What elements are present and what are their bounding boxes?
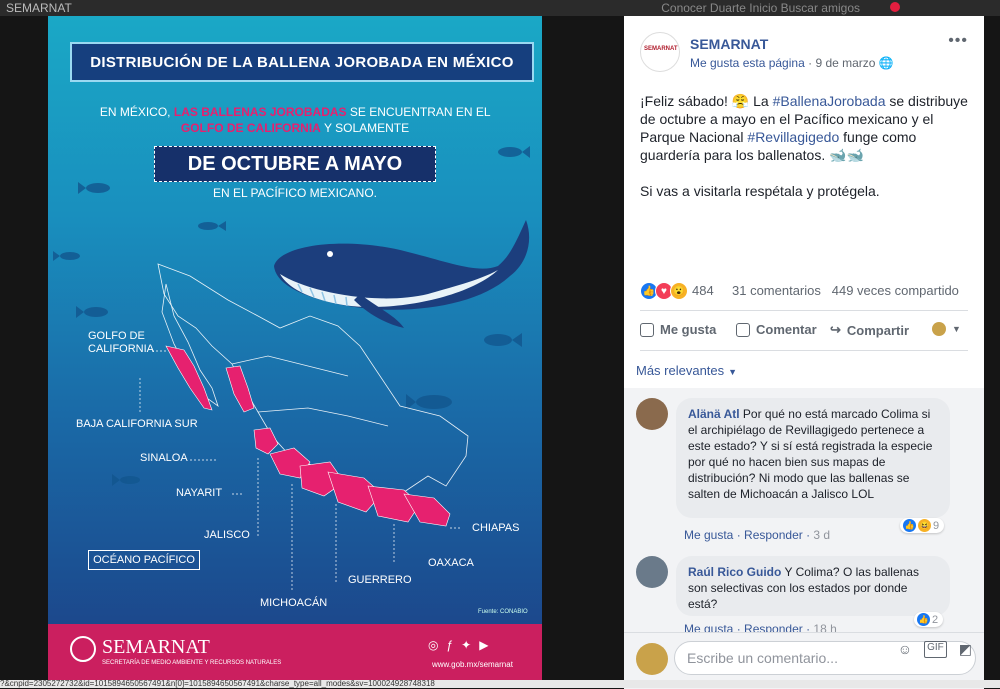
whale-illustration bbox=[274, 220, 530, 328]
divider bbox=[640, 310, 968, 311]
comments-list: Alänä Atl Por qué no está marcado Colima… bbox=[624, 388, 984, 640]
commenter-avatar[interactable] bbox=[636, 556, 668, 588]
page-avatar[interactable]: SEMARNAT bbox=[640, 32, 680, 72]
comment-text: Por qué no está marcado Colima si el arc… bbox=[688, 407, 933, 501]
fish-icon bbox=[53, 146, 530, 486]
audience-selector[interactable]: ▼ bbox=[932, 322, 961, 336]
gif-icon[interactable]: GIF bbox=[924, 641, 947, 658]
comment-reply-link[interactable]: Responder bbox=[744, 528, 803, 542]
sticker-icon[interactable]: ◩ bbox=[959, 641, 972, 658]
label-sinaloa: SINALOA bbox=[140, 452, 188, 464]
facebook-icon: ƒ bbox=[446, 638, 454, 652]
globe-icon: 🌐 bbox=[878, 56, 894, 70]
reaction-icons[interactable]: 👍 ♥ 😮 bbox=[640, 282, 688, 300]
status-url-bar: ?&cnpid=2305272732&id=1015894650567491&n… bbox=[0, 680, 1000, 688]
label-michoacan: MICHOACÁN bbox=[260, 597, 328, 609]
top-strip-right[interactable]: Conocer Duarte Inicio Buscar amigos bbox=[661, 1, 860, 15]
user-avatar[interactable] bbox=[636, 643, 668, 675]
footer-site: www.gob.mx/semarnat bbox=[432, 660, 513, 669]
twitter-icon: ✦ bbox=[461, 638, 472, 652]
commenter-avatar[interactable] bbox=[636, 398, 668, 430]
comment-icon bbox=[736, 322, 750, 337]
label-guerrero: GUERRERO bbox=[348, 574, 412, 586]
hashtag-link[interactable]: #BallenaJorobada bbox=[773, 93, 886, 109]
hashtag-link[interactable]: #Revillagigedo bbox=[747, 129, 839, 145]
label-jalisco: JALISCO bbox=[204, 529, 250, 541]
poster-illustration bbox=[53, 146, 530, 590]
reactions-bar: 👍 ♥ 😮 484 31 comentarios 449 veces compa… bbox=[640, 282, 970, 302]
chevron-down-icon: ▼ bbox=[952, 324, 961, 334]
like-button[interactable]: Me gusta bbox=[640, 322, 716, 337]
post-panel: SEMARNAT SEMARNAT Me gusta esta página ·… bbox=[624, 16, 984, 689]
comment-button[interactable]: Comentar bbox=[736, 322, 817, 337]
browser-top-strip: SEMARNAT Conocer Duarte Inicio Buscar am… bbox=[0, 0, 1000, 16]
post-body: ¡Feliz sábado! 😤 La #BallenaJorobada se … bbox=[640, 93, 968, 199]
post-date[interactable]: 9 de marzo bbox=[815, 56, 875, 70]
page-like-link[interactable]: Me gusta esta página bbox=[690, 56, 805, 70]
comment-bubble: Raúl Rico Guido Y Colima? O las ballenas… bbox=[676, 556, 950, 616]
comments-count[interactable]: 31 comentarios bbox=[732, 283, 821, 298]
more-options-icon[interactable]: ••• bbox=[948, 32, 968, 50]
comment-sort[interactable]: Más relevantes ▼ bbox=[636, 363, 737, 378]
share-button[interactable]: ↪ Compartir bbox=[830, 322, 909, 338]
comment-bubble: Alänä Atl Por qué no está marcado Colima… bbox=[676, 398, 950, 518]
youtube-icon: ▶ bbox=[479, 638, 489, 652]
emoji-icon[interactable]: ☺ bbox=[898, 641, 912, 658]
comment-time[interactable]: 3 d bbox=[813, 528, 830, 542]
comment-like-link[interactable]: Me gusta bbox=[684, 528, 733, 542]
notification-badge bbox=[890, 2, 900, 12]
label-golfo: GOLFO DE CALIFORNIA bbox=[88, 330, 155, 355]
footer-tagline: SECRETARÍA DE MEDIO AMBIENTE Y RECURSOS … bbox=[102, 660, 282, 666]
post-meta: Me gusta esta página · 9 de marzo 🌐 bbox=[690, 56, 894, 70]
poster-footer: SEMARNAT SECRETARÍA DE MEDIO AMBIENTE Y … bbox=[48, 624, 542, 680]
poster-source: Fuente: CONABIO bbox=[478, 609, 528, 615]
comment-reactions[interactable]: 👍 😆 9 bbox=[900, 518, 945, 533]
caret-down-icon: ▼ bbox=[728, 367, 738, 377]
social-icons: ◎ ƒ ✦ ▶ bbox=[428, 638, 488, 652]
label-nayarit: NAYARIT bbox=[176, 487, 223, 499]
post-actions: Me gusta Comentar ↪ Compartir ▼ bbox=[640, 318, 968, 342]
composer-icons: ☺ GIF ◩ bbox=[898, 641, 972, 658]
page-name-link[interactable]: SEMARNAT bbox=[690, 36, 768, 52]
label-chiapas: CHIAPAS bbox=[472, 522, 520, 534]
divider bbox=[640, 350, 968, 351]
label-bcs: BAJA CALIFORNIA SUR bbox=[76, 418, 198, 430]
post-body-p2: Si vas a visitarla respétala y protégela… bbox=[640, 183, 880, 199]
top-strip-left: SEMARNAT bbox=[6, 1, 72, 15]
footer-brand: SEMARNAT bbox=[102, 636, 210, 658]
semarnat-logo-icon bbox=[70, 636, 96, 662]
user-avatar-small bbox=[932, 322, 946, 336]
comment-actions: Me gusta · Responder · 3 d bbox=[684, 528, 831, 542]
thumbs-up-icon bbox=[640, 322, 654, 337]
shares-count[interactable]: 449 veces compartido bbox=[832, 283, 959, 298]
instagram-icon: ◎ bbox=[428, 638, 439, 652]
highlighted-states bbox=[165, 345, 451, 527]
post-stats: 31 comentarios 449 veces compartido bbox=[732, 283, 959, 298]
label-oaxaca: OAXACA bbox=[428, 557, 474, 569]
ocean-label: OCÉANO PACÍFICO bbox=[88, 550, 200, 570]
comment-author[interactable]: Raúl Rico Guido bbox=[688, 565, 781, 579]
comment-author[interactable]: Alänä Atl bbox=[688, 407, 740, 421]
share-icon: ↪ bbox=[830, 322, 841, 337]
wow-reaction-icon: 😮 bbox=[670, 282, 688, 300]
poster-image[interactable]: DISTRIBUCIÓN DE LA BALLENA JOROBADA EN M… bbox=[48, 16, 542, 680]
comment-reactions[interactable]: 👍 2 bbox=[914, 612, 944, 627]
reaction-count[interactable]: 484 bbox=[692, 283, 714, 298]
